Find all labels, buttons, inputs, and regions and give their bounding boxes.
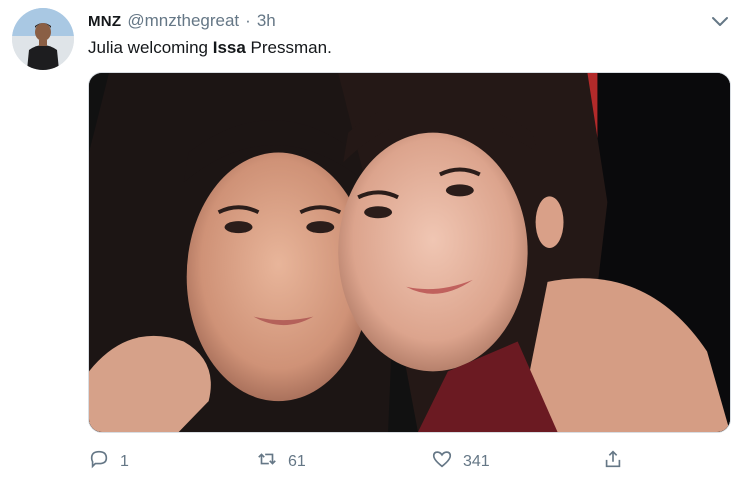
tweet-card[interactable]: MNZ @mnzthegreat · 3h Julia welcoming Is… — [0, 0, 750, 480]
like-button[interactable]: 341 — [431, 448, 490, 475]
photo-image — [89, 73, 730, 432]
share-button[interactable] — [602, 448, 624, 475]
reply-count: 1 — [120, 452, 129, 470]
tweet-text: Julia welcoming Issa Pressman. — [88, 38, 332, 58]
tweet-text-start: Julia welcoming — [88, 38, 213, 57]
chevron-down-icon[interactable] — [708, 10, 732, 34]
reply-icon — [88, 448, 110, 475]
retweet-button[interactable]: 61 — [256, 448, 306, 475]
share-icon — [602, 448, 624, 475]
avatar-image — [12, 8, 74, 70]
tweet-media-photo[interactable] — [88, 72, 731, 433]
reply-button[interactable]: 1 — [88, 448, 129, 475]
like-count: 341 — [463, 452, 490, 470]
avatar[interactable] — [12, 8, 74, 70]
separator-dot: · — [245, 11, 251, 30]
heart-icon — [431, 448, 453, 475]
tweet-actions: 1 61 341 — [88, 448, 731, 476]
user-handle[interactable]: @mnzthegreat — [127, 11, 239, 31]
tweet-text-end: Pressman. — [245, 38, 332, 57]
retweet-icon — [256, 448, 278, 475]
retweet-count: 61 — [288, 452, 306, 470]
tweet-text-bold: Issa — [212, 38, 246, 57]
tweet-header: MNZ @mnzthegreat · 3h — [88, 11, 276, 31]
display-name[interactable]: MNZ — [88, 13, 121, 30]
timestamp[interactable]: 3h — [257, 11, 276, 31]
